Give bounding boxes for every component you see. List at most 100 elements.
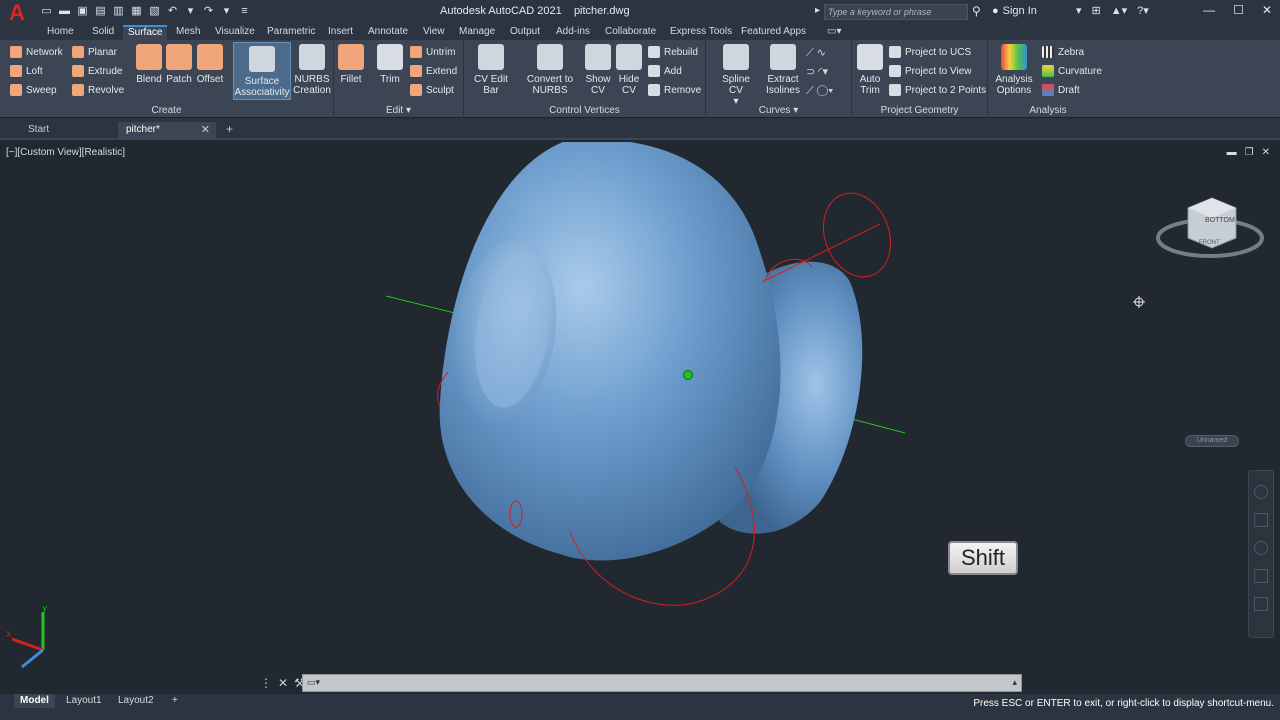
tab-surface[interactable]: Surface [123, 25, 168, 40]
command-grip-icon[interactable]: ⋮ [260, 676, 272, 690]
sweep-button[interactable]: Sweep [10, 82, 57, 98]
autocad-logo[interactable]: A [9, 2, 31, 24]
convert-to-nurbs-button[interactable]: Convert to NURBS [526, 44, 574, 96]
curvature-button[interactable]: Curvature [1042, 63, 1102, 79]
tab-annotate[interactable]: Annotate [363, 25, 413, 40]
plot-icon[interactable]: ▦ [130, 4, 143, 18]
redo-dropdown-icon[interactable]: ▾ [220, 4, 233, 18]
tab-mesh[interactable]: Mesh [171, 25, 205, 40]
spline-cv-button[interactable]: Spline CV ▾ [714, 44, 758, 107]
show-cv-button[interactable]: Show CV [583, 44, 613, 96]
blend-button[interactable]: Blend [134, 44, 164, 85]
orbit-icon[interactable] [1254, 569, 1268, 583]
revolve-button[interactable]: Revolve [72, 82, 124, 98]
ucs-dropdown[interactable]: Unnamed [1185, 435, 1239, 447]
customize-qat-icon[interactable]: ≡ [238, 4, 251, 18]
untrim-button[interactable]: Untrim [410, 44, 455, 60]
minimize-icon[interactable]: — [1203, 3, 1215, 17]
remove-button[interactable]: Remove [648, 82, 701, 98]
network-button[interactable]: Network [10, 44, 63, 60]
tab-view[interactable]: View [418, 25, 450, 40]
draft-button[interactable]: Draft [1042, 82, 1080, 98]
sign-in-button[interactable]: ● Sign In [992, 5, 1037, 17]
open-folder-icon[interactable]: ▬ [58, 4, 71, 18]
search-expand-icon[interactable]: ▸ [815, 5, 820, 16]
arc-icon[interactable]: ◜▾ [818, 66, 828, 78]
project-to-ucs-button[interactable]: Project to UCS [889, 44, 971, 60]
new-tab-icon[interactable]: + [226, 122, 233, 136]
fillet-button[interactable]: Fillet [336, 44, 366, 85]
web-mobile-icon[interactable]: ▥ [112, 4, 125, 18]
file-tab-start[interactable]: Start [20, 122, 116, 140]
maximize-icon[interactable]: ☐ [1233, 3, 1244, 17]
save-as-icon[interactable]: ▤ [94, 4, 107, 18]
search-icon[interactable]: ⚲ [972, 4, 981, 18]
tab-manage[interactable]: Manage [454, 25, 500, 40]
tab-collaborate[interactable]: Collaborate [600, 25, 661, 40]
surface-associativity-button[interactable]: Surface Associativity [233, 42, 291, 100]
hide-cv-button[interactable]: Hide CV [614, 44, 644, 96]
layout-tab-layout1[interactable]: Layout1 [60, 694, 108, 708]
extrude-button[interactable]: Extrude [72, 63, 122, 79]
project-to-view-button[interactable]: Project to View [889, 63, 972, 79]
pan-icon[interactable] [1254, 513, 1268, 527]
viewcube[interactable]: BOTTOM FRONT [1156, 197, 1264, 258]
tab-output[interactable]: Output [505, 25, 545, 40]
extract-isolines-button[interactable]: Extract Isolines [764, 44, 802, 96]
close-tab-icon[interactable]: ✕ [201, 122, 210, 138]
spline-fit-icon[interactable]: ∿ [817, 47, 826, 59]
orbit-pivot-point[interactable] [683, 370, 693, 380]
planar-button[interactable]: Planar [72, 44, 117, 60]
cv-edit-bar-button[interactable]: CV Edit Bar [468, 44, 514, 96]
extend-button[interactable]: Extend [410, 63, 457, 79]
command-history-icon[interactable]: ▴ [1012, 677, 1017, 688]
drawing-viewport[interactable]: [−][Custom View][Realistic] ▬ ❐ ✕ BOTTOM… [0, 142, 1280, 690]
rebuild-button[interactable]: Rebuild [648, 44, 698, 60]
tab-add-ins[interactable]: Add-ins [551, 25, 595, 40]
navigation-bar[interactable] [1248, 470, 1274, 638]
showmotion-icon[interactable] [1254, 597, 1268, 611]
curves-panel-title[interactable]: Curves ▾ [706, 105, 851, 116]
circle-icon[interactable]: ◯▾ [817, 85, 834, 97]
auto-trim-button[interactable]: Auto Trim [855, 44, 885, 96]
layout-tab-model[interactable]: Model [14, 694, 55, 708]
add-layout-icon[interactable]: + [166, 694, 184, 708]
undo-icon[interactable]: ↶ [166, 4, 179, 18]
help-icon[interactable]: ?▾ [1137, 4, 1149, 17]
edit-panel-title[interactable]: Edit ▾ [334, 105, 463, 116]
steering-wheel-icon[interactable] [1254, 485, 1268, 499]
command-line-input[interactable]: ▭▾ ▴ [302, 674, 1022, 692]
layout-tab-layout2[interactable]: Layout2 [112, 694, 160, 708]
sign-in-dropdown-icon[interactable]: ▾ [1076, 4, 1082, 17]
ribbon-view-toggle-icon[interactable]: ▭▾ [822, 25, 846, 40]
redo-icon[interactable]: ↷ [202, 4, 215, 18]
zoom-icon[interactable] [1254, 541, 1268, 555]
line-icon[interactable]: ⟋ [806, 47, 814, 59]
tab-express-tools[interactable]: Express Tools [665, 25, 737, 40]
command-close-icon[interactable]: ✕ [278, 676, 288, 690]
offset-button[interactable]: Offset [195, 44, 225, 85]
polyline-icon[interactable]: ⊃ [806, 66, 815, 78]
tab-home[interactable]: Home [42, 25, 79, 40]
autodesk-app-icon[interactable]: ▲▾ [1111, 4, 1127, 17]
trim-button[interactable]: Trim [375, 44, 405, 85]
tab-featured-apps[interactable]: Featured Apps [736, 25, 811, 40]
nurbs-creation-button[interactable]: NURBS Creation [293, 44, 331, 96]
save-icon[interactable]: ▣ [76, 4, 89, 18]
sculpt-button[interactable]: Sculpt [410, 82, 454, 98]
print-icon[interactable]: ▧ [148, 4, 161, 18]
line-segment-icon[interactable]: ⟋ [806, 85, 814, 97]
cart-icon[interactable]: ⊞ [1092, 4, 1101, 17]
zebra-button[interactable]: Zebra [1042, 44, 1084, 60]
tab-insert[interactable]: Insert [323, 25, 358, 40]
close-icon[interactable]: ✕ [1262, 3, 1272, 17]
add-button[interactable]: Add [648, 63, 682, 79]
file-tab-pitcher[interactable]: pitcher* ✕ [118, 122, 216, 140]
new-file-icon[interactable]: ▭ [40, 4, 53, 18]
loft-button[interactable]: Loft [10, 63, 43, 79]
project-to-2-points-button[interactable]: Project to 2 Points [889, 82, 986, 98]
analysis-options-button[interactable]: Analysis Options [992, 44, 1036, 96]
patch-button[interactable]: Patch [164, 44, 194, 85]
command-prompt-icon[interactable]: ▭▾ [307, 677, 320, 688]
tab-parametric[interactable]: Parametric [262, 25, 320, 40]
